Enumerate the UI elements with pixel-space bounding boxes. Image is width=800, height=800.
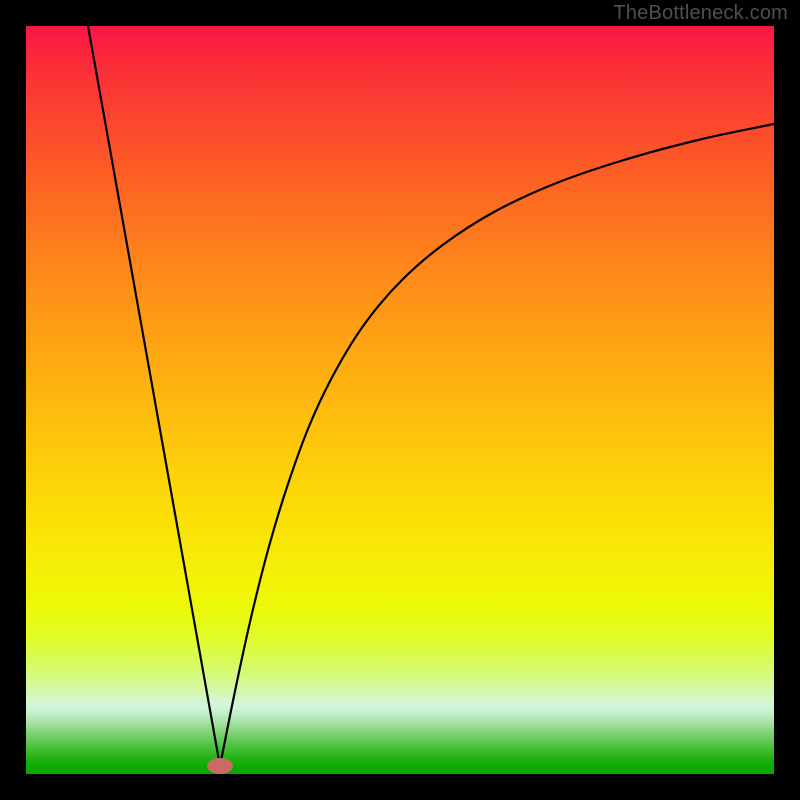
plot-area [26, 26, 774, 774]
bottleneck-marker [207, 758, 233, 774]
curve-left-branch [88, 26, 220, 766]
curve-right-branch [220, 124, 774, 766]
curve-layer [26, 26, 774, 774]
chart-frame: TheBottleneck.com [0, 0, 800, 800]
watermark-label: TheBottleneck.com [613, 2, 788, 25]
